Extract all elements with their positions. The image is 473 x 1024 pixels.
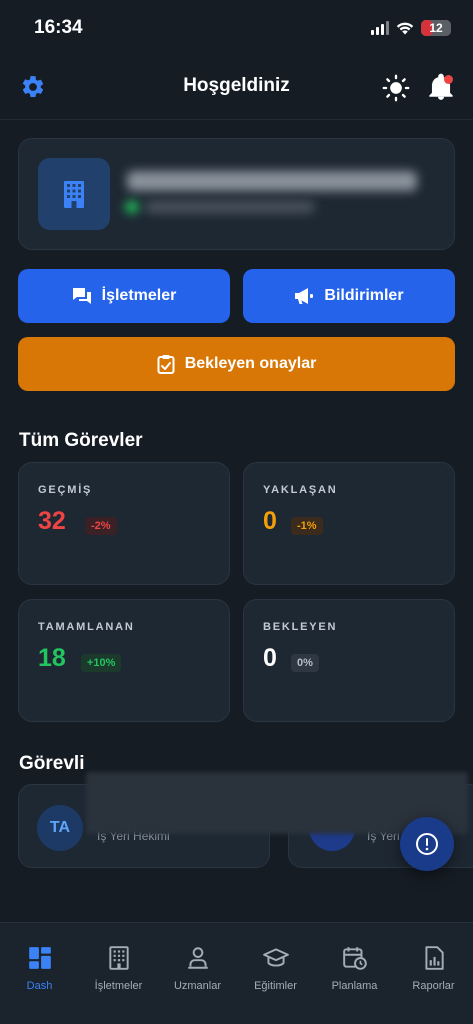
stat-value: 18 — [38, 644, 66, 672]
app-header: Hoşgeldiniz — [0, 58, 473, 120]
building-icon — [64, 181, 84, 208]
stat-change-badge: 0% — [291, 654, 319, 672]
stat-card-overdue[interactable]: GEÇMİŞ 32 -2% — [18, 462, 230, 585]
notifications-label: Bildirimler — [324, 287, 404, 304]
report-icon — [424, 946, 444, 970]
notifications-button[interactable]: Bildirimler — [243, 269, 455, 323]
status-icons: 12 — [371, 20, 451, 36]
company-name-redacted — [127, 171, 417, 191]
building-icon — [108, 946, 129, 970]
tab-businesses[interactable]: İşletmeler — [79, 923, 158, 1003]
company-icon-box — [38, 158, 110, 230]
person-pin-icon — [187, 947, 208, 969]
stat-label: GEÇMİŞ — [38, 484, 93, 496]
chat-icon — [72, 288, 91, 304]
businesses-label: İşletmeler — [101, 287, 177, 304]
avatar: TA — [37, 805, 83, 851]
stat-label: YAKLAŞAN — [263, 484, 338, 496]
status-time: 16:34 — [34, 17, 83, 38]
tab-label: Eğitimler — [254, 980, 297, 992]
megaphone-icon — [295, 288, 314, 304]
graduation-cap-icon — [262, 948, 289, 967]
pending-approvals-button[interactable]: Bekleyen onaylar — [18, 337, 455, 391]
stat-value: 0 — [263, 644, 277, 672]
notification-dot — [444, 75, 453, 84]
tab-planning[interactable]: Planlama — [315, 923, 394, 1003]
stat-card-pending[interactable]: BEKLEYEN 0 0% — [243, 599, 455, 722]
technicians-section-title: Görevli — [19, 753, 85, 774]
exclamation-circle-icon — [416, 833, 438, 855]
pending-approvals-label: Bekleyen onaylar — [184, 355, 317, 372]
wifi-icon — [396, 22, 414, 35]
dashboard-icon — [28, 947, 51, 969]
sun-icon[interactable] — [382, 74, 410, 102]
calendar-clock-icon — [342, 947, 367, 970]
tab-label: İşletmeler — [94, 980, 143, 992]
stat-value: 0 — [263, 507, 277, 535]
tab-label: Dash — [26, 980, 53, 992]
stat-value: 32 — [38, 507, 66, 535]
stat-change-badge: -2% — [85, 517, 117, 535]
company-subtitle-redacted — [125, 201, 139, 213]
stat-label: TAMAMLANAN — [38, 621, 135, 633]
tasks-section-title: Tüm Görevler — [19, 430, 143, 451]
company-subtitle-redacted-text — [145, 201, 315, 213]
signal-icon — [371, 21, 389, 35]
company-card[interactable] — [18, 138, 455, 250]
battery-icon: 12 — [421, 20, 451, 36]
tab-label: Uzmanlar — [173, 980, 222, 992]
stat-change-badge: +10% — [81, 654, 122, 672]
tab-trainings[interactable]: Eğitimler — [236, 923, 315, 1003]
stat-label: BEKLEYEN — [263, 621, 338, 633]
alert-fab[interactable] — [400, 817, 454, 871]
stat-card-upcoming[interactable]: YAKLAŞAN 0 -1% — [243, 462, 455, 585]
stat-change-badge: -1% — [291, 517, 323, 535]
bottom-tab-bar: Dash İşletmeler Uzmanlar Eğitimler Planl… — [0, 922, 473, 1024]
stat-card-completed[interactable]: TAMAMLANAN 18 +10% — [18, 599, 230, 722]
battery-level: 12 — [429, 21, 443, 35]
businesses-button[interactable]: İşletmeler — [18, 269, 230, 323]
clipboard-check-icon — [157, 355, 175, 374]
tab-label: Raporlar — [412, 980, 455, 992]
tab-label: Planlama — [331, 980, 378, 992]
tab-dash[interactable]: Dash — [0, 923, 79, 1003]
status-bar: 16:34 12 — [0, 0, 473, 58]
tab-experts[interactable]: Uzmanlar — [158, 923, 237, 1003]
tab-reports[interactable]: Raporlar — [394, 923, 473, 1003]
